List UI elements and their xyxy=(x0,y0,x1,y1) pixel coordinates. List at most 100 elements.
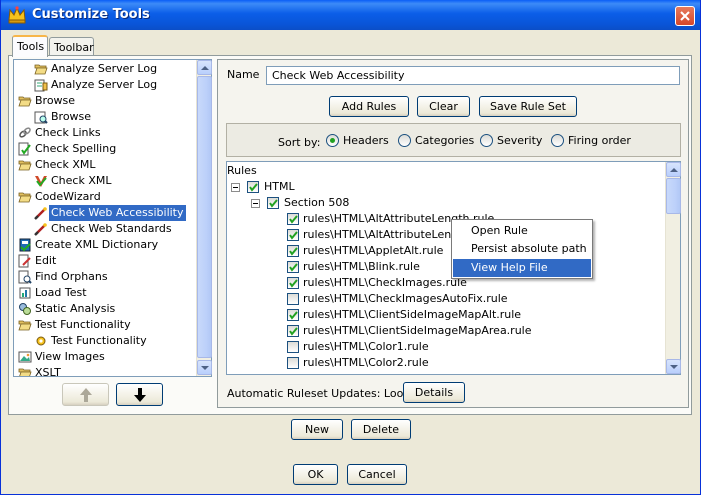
folder-open-icon xyxy=(18,318,32,332)
section-label: Section 508 xyxy=(284,196,350,209)
rule-label: rules\HTML\Color1.rule xyxy=(303,340,429,353)
customize-tools-dialog: Customize Tools Tools Toolbar Analyze Se… xyxy=(0,0,701,495)
folder-open-icon xyxy=(18,190,32,204)
tree-item-label: Check Spelling xyxy=(35,142,117,155)
rule-checkbox[interactable] xyxy=(287,245,299,257)
delete-button[interactable]: Delete xyxy=(351,419,411,440)
move-up-button[interactable] xyxy=(62,383,109,406)
rule-item[interactable]: rules\HTML\Color2.rule xyxy=(287,355,547,371)
checkmark-icon xyxy=(289,279,298,288)
crown-app-icon xyxy=(8,6,26,24)
functional-test-icon xyxy=(34,334,48,348)
menu-item-persist-absolute-path[interactable]: Persist absolute path xyxy=(453,240,591,258)
rule-context-menu: Open Rule Persist absolute path View Hel… xyxy=(451,219,593,279)
arrow-up-icon xyxy=(201,66,209,70)
rule-label: rules\HTML\ClientSideImageMapAlt.rule xyxy=(303,308,522,321)
section-checkbox[interactable] xyxy=(267,197,279,209)
tab-tools[interactable]: Tools xyxy=(12,35,48,57)
ok-button[interactable]: OK xyxy=(293,464,338,485)
tree-item-label: Create XML Dictionary xyxy=(35,238,159,251)
scroll-thumb[interactable] xyxy=(197,76,212,358)
tool-tree[interactable]: Analyze Server Log Analyze Server Log Brow… xyxy=(13,59,212,377)
checkmark-icon xyxy=(289,247,298,256)
tree-item-label: Analyze Server Log xyxy=(51,62,158,75)
tree-item-label: Check Links xyxy=(35,126,101,139)
rule-checkbox[interactable] xyxy=(287,229,299,241)
menu-item-view-help-file[interactable]: View Help File xyxy=(453,259,591,277)
rule-checkbox[interactable] xyxy=(287,293,299,305)
checkmark-icon xyxy=(289,215,298,224)
rules-root-node[interactable]: HTML xyxy=(231,179,431,195)
add-rules-button[interactable]: Add Rules xyxy=(329,96,409,117)
rule-label: rules\HTML\AppletAlt.rule xyxy=(303,244,444,257)
rules-scrollbar[interactable] xyxy=(665,162,681,374)
scroll-down-button[interactable] xyxy=(197,360,212,375)
tree-item-label: CodeWizard xyxy=(35,190,101,203)
rule-checkbox[interactable] xyxy=(287,277,299,289)
checkmark-icon xyxy=(249,183,258,192)
wizard-tool-icon xyxy=(34,222,48,236)
scroll-up-button[interactable] xyxy=(197,60,212,75)
cancel-button[interactable]: Cancel xyxy=(347,464,407,485)
tree-item-label: Load Test xyxy=(35,286,87,299)
tree-scrollbar[interactable] xyxy=(196,60,212,376)
rule-label: rules\HTML\ClientSideImageMapArea.rule xyxy=(303,324,532,337)
scroll-thumb[interactable] xyxy=(666,178,681,214)
clear-button[interactable]: Clear xyxy=(417,96,470,117)
rule-item[interactable]: rules\HTML\ClientSideImageMapArea.rule xyxy=(287,323,547,339)
tree-item-label: Check XML xyxy=(51,174,112,187)
arrow-up-icon xyxy=(670,168,678,172)
close-button[interactable] xyxy=(675,6,695,26)
title-bar[interactable]: Customize Tools xyxy=(1,0,700,30)
rule-label: rules\HTML\CheckImages.rule xyxy=(303,276,467,289)
rule-checkbox[interactable] xyxy=(287,341,299,353)
rule-checkbox[interactable] xyxy=(287,213,299,225)
rule-label: rules\HTML\Color2.rule xyxy=(303,356,429,369)
rules-header: Rules xyxy=(227,164,257,177)
collapse-toggle[interactable] xyxy=(231,183,240,192)
spellcheck-icon xyxy=(18,142,32,156)
tree-item-label: Check XML xyxy=(35,158,96,171)
save-rule-set-button[interactable]: Save Rule Set xyxy=(479,96,577,117)
rule-checkbox[interactable] xyxy=(287,309,299,321)
rules-section-node[interactable]: Section 508 xyxy=(251,195,451,211)
folder-open-icon xyxy=(18,158,32,172)
collapse-toggle[interactable] xyxy=(251,199,260,208)
sort-option-label: Headers xyxy=(343,134,389,147)
rule-item[interactable]: rules\HTML\Color1.rule xyxy=(287,339,547,355)
menu-item-open-rule[interactable]: Open Rule xyxy=(453,222,591,240)
tree-item-label: Check Web Standards xyxy=(51,222,172,235)
folder-open-icon xyxy=(18,94,32,108)
tab-toolbar[interactable]: Toolbar xyxy=(49,37,94,57)
wizard-tool-icon xyxy=(34,206,48,220)
move-down-button[interactable] xyxy=(116,383,163,406)
root-checkbox[interactable] xyxy=(247,181,259,193)
folder-open-icon xyxy=(34,62,48,76)
rule-checkbox[interactable] xyxy=(287,261,299,273)
arrow-down-icon xyxy=(670,365,678,369)
sort-option-label: Firing order xyxy=(568,134,631,147)
arrow-up-icon xyxy=(79,388,92,402)
scroll-down-button[interactable] xyxy=(666,359,681,374)
chain-link-icon xyxy=(18,126,32,140)
window-title: Customize Tools xyxy=(32,7,150,22)
checkmark-icon xyxy=(289,311,298,320)
new-button[interactable]: New xyxy=(291,419,343,440)
tree-item-label: XSLT xyxy=(35,366,61,377)
rule-checkbox[interactable] xyxy=(287,325,299,337)
checkmark-icon xyxy=(289,263,298,272)
sort-option-label: Severity xyxy=(497,134,543,147)
sort-option-label: Categories xyxy=(415,134,475,147)
tree-item-label: Find Orphans xyxy=(35,270,108,283)
rule-item[interactable]: rules\HTML\ClientSideImageMapAlt.rule xyxy=(287,307,547,323)
close-icon xyxy=(680,11,690,21)
scroll-up-button[interactable] xyxy=(666,162,681,177)
rule-label: rules\HTML\Blink.rule xyxy=(303,260,420,273)
rule-checkbox[interactable] xyxy=(287,357,299,369)
static-analysis-icon xyxy=(18,302,32,316)
load-test-icon xyxy=(18,286,32,300)
tree-item-label: Test Functionality xyxy=(35,318,131,331)
name-input[interactable] xyxy=(266,66,680,85)
rule-item[interactable]: rules\HTML\CheckImagesAutoFix.rule xyxy=(287,291,547,307)
details-button[interactable]: Details xyxy=(403,382,465,403)
